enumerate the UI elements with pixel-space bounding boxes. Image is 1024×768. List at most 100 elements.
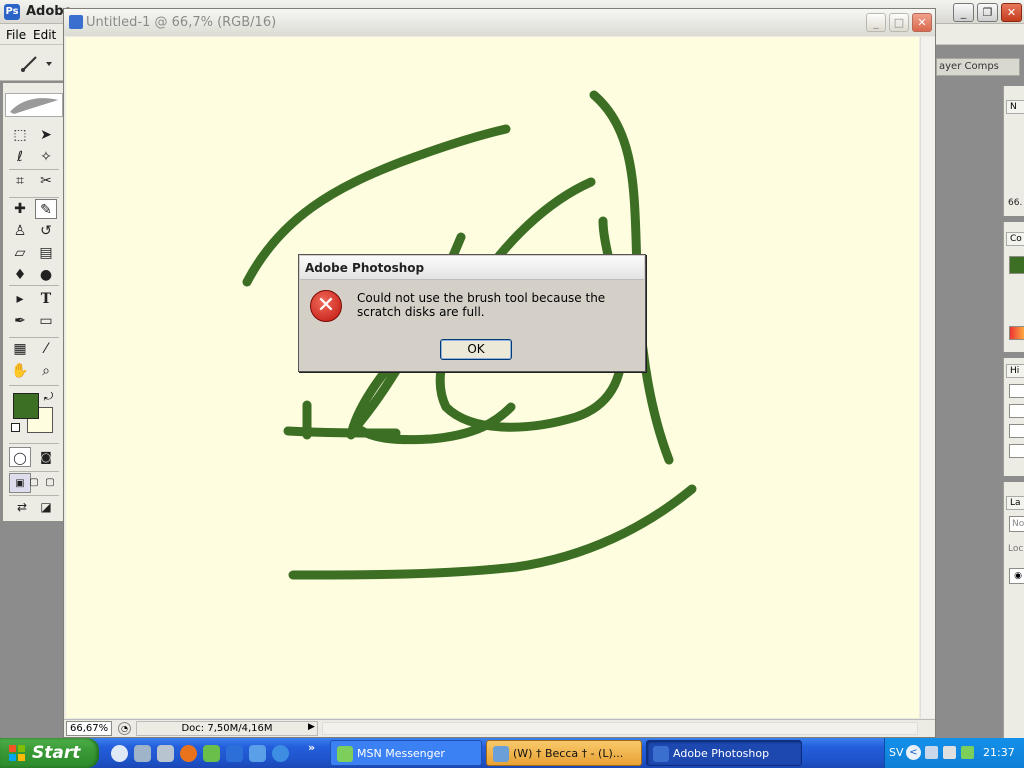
- zoom-level-field[interactable]: 66,67%: [66, 721, 112, 736]
- healing-brush-icon[interactable]: ✚: [9, 199, 31, 219]
- blend-mode-select[interactable]: Nor: [1009, 516, 1024, 532]
- quicklaunch-more-icon[interactable]: »: [308, 741, 315, 754]
- msn-status-icon[interactable]: [961, 746, 974, 759]
- document-title: Untitled-1 @ 66,7% (RGB/16): [86, 15, 277, 30]
- error-dialog: Adobe Photoshop ✕ Could not use the brus…: [298, 254, 646, 372]
- shape-icon[interactable]: ▭: [35, 311, 57, 331]
- task-label: Adobe Photoshop: [673, 747, 770, 760]
- chat-icon[interactable]: [249, 745, 266, 762]
- hand-icon[interactable]: ✋: [9, 361, 31, 381]
- error-icon: ✕: [310, 290, 342, 322]
- lasso-icon[interactable]: ℓ: [9, 147, 31, 167]
- taskbar-button-msn-messenger[interactable]: MSN Messenger: [330, 740, 482, 766]
- language-indicator[interactable]: SV: [889, 746, 904, 759]
- network-icon[interactable]: [925, 746, 938, 759]
- app-minimize-button[interactable]: _: [953, 3, 974, 22]
- dialog-message: Could not use the brush tool because the…: [357, 291, 606, 319]
- windows-flag-icon: [9, 745, 25, 761]
- lock-label: Loc: [1008, 544, 1024, 554]
- foreground-color-swatch[interactable]: [13, 393, 39, 419]
- slice-icon[interactable]: ✂: [35, 171, 57, 191]
- horizontal-scrollbar[interactable]: [322, 722, 918, 735]
- path-select-icon[interactable]: ▸: [9, 289, 31, 309]
- status-menu-arrow-icon[interactable]: ▶: [308, 722, 315, 732]
- document-minimize-button[interactable]: _: [866, 13, 886, 32]
- gradient-icon[interactable]: ▤: [35, 243, 57, 263]
- photoshop-logo-icon: Ps: [4, 4, 20, 20]
- move-icon[interactable]: ➤: [35, 125, 57, 145]
- clock: 21:37: [983, 746, 1015, 759]
- msn-icon: [337, 746, 353, 762]
- document-titlebar[interactable]: Untitled-1 @ 66,7% (RGB/16) _ □ ✕: [64, 9, 935, 36]
- standard-mode-icon[interactable]: ◯: [9, 447, 31, 467]
- show-hidden-icons-button[interactable]: <: [906, 745, 921, 760]
- drive-icon[interactable]: [134, 745, 151, 762]
- rect-marquee-icon[interactable]: ⬚: [9, 125, 31, 145]
- color-panel-swatch[interactable]: [1009, 256, 1024, 274]
- dodge-icon[interactable]: ●: [35, 265, 57, 285]
- history-panel: Hi: [1003, 358, 1024, 476]
- default-colors-icon[interactable]: [11, 423, 20, 432]
- quick-mask-mode-icon[interactable]: ◙: [35, 447, 57, 467]
- adobe-feather-icon[interactable]: [5, 93, 63, 117]
- photoshop-app-window: Ps Adobe _ ❐ ✕ File Edit ayer Comps N 66…: [0, 0, 1024, 738]
- type-icon[interactable]: T: [35, 289, 57, 309]
- palette-well-layer-comps[interactable]: ayer Comps: [936, 58, 1020, 76]
- app-close-button[interactable]: ✕: [1001, 3, 1022, 22]
- history-row[interactable]: [1009, 384, 1024, 398]
- messenger-icon[interactable]: [203, 745, 220, 762]
- history-row[interactable]: [1009, 444, 1024, 458]
- taskbar-button-chat-window[interactable]: (W) † Becca † - (L)...: [486, 740, 642, 766]
- volume-icon[interactable]: [943, 746, 956, 759]
- layers-panel: La Nor Loc ◉: [1003, 482, 1024, 738]
- document-window: Untitled-1 @ 66,7% (RGB/16) _ □ ✕ 66,67%…: [63, 8, 936, 738]
- clone-stamp-icon[interactable]: ♙: [9, 221, 31, 241]
- menu-file[interactable]: File: [6, 28, 26, 42]
- layer-visibility-eye-icon[interactable]: ◉: [1009, 568, 1024, 584]
- history-tab[interactable]: Hi: [1006, 364, 1024, 378]
- start-label: Start: [32, 743, 81, 763]
- image-canvas[interactable]: [66, 37, 919, 718]
- magic-wand-icon[interactable]: ✧: [35, 147, 57, 167]
- navigator-tab[interactable]: N: [1006, 100, 1024, 114]
- vertical-scrollbar[interactable]: [920, 37, 935, 718]
- eyedropper-icon[interactable]: ⁄: [35, 339, 57, 359]
- crop-icon[interactable]: ⌗: [9, 171, 31, 191]
- pen-icon[interactable]: ✒: [9, 311, 31, 331]
- menu-edit[interactable]: Edit: [33, 28, 56, 42]
- navigator-zoom-value: 66.: [1008, 198, 1023, 208]
- history-brush-icon[interactable]: ↺: [35, 221, 57, 241]
- start-button[interactable]: Start: [0, 738, 99, 768]
- zoom-icon[interactable]: ⌕: [35, 361, 57, 381]
- history-row[interactable]: [1009, 424, 1024, 438]
- tool-options-bar: [0, 45, 64, 81]
- color-ramp[interactable]: [1009, 326, 1024, 340]
- notes-icon[interactable]: ▦: [9, 339, 31, 359]
- layers-tab[interactable]: La: [1006, 496, 1024, 510]
- eraser-icon[interactable]: ▱: [9, 243, 31, 263]
- brush-icon[interactable]: ✎: [35, 199, 57, 219]
- search-icon[interactable]: [226, 745, 243, 762]
- app-restore-button[interactable]: ❐: [977, 3, 998, 22]
- network-drive-icon[interactable]: [157, 745, 174, 762]
- chat-window-icon: [493, 746, 509, 762]
- swap-colors-icon[interactable]: ⤾: [44, 390, 53, 404]
- status-info-icon[interactable]: ◔: [118, 722, 131, 735]
- internet-explorer-icon[interactable]: [272, 745, 289, 762]
- cd-player-icon[interactable]: [111, 745, 128, 762]
- firefox-icon[interactable]: [180, 745, 197, 762]
- ok-button[interactable]: OK: [440, 339, 512, 360]
- document-close-button[interactable]: ✕: [912, 13, 932, 32]
- jump-to-imageready-icon[interactable]: ⇄: [11, 497, 33, 517]
- screen-mode-full-icon[interactable]: ▢: [39, 473, 61, 493]
- color-tab[interactable]: Co: [1006, 232, 1024, 246]
- dialog-titlebar[interactable]: Adobe Photoshop: [300, 256, 644, 280]
- document-maximize-button[interactable]: □: [889, 13, 909, 32]
- taskbar-button-adobe-photoshop[interactable]: Adobe Photoshop: [646, 740, 802, 766]
- history-row[interactable]: [1009, 404, 1024, 418]
- brush-preset-picker-icon[interactable]: [18, 53, 52, 73]
- imageready-icon[interactable]: ◪: [35, 497, 57, 517]
- document-size-info[interactable]: Doc: 7,50M/4,16M: [136, 721, 318, 736]
- blur-icon[interactable]: ♦: [9, 265, 31, 285]
- color-panel: Co: [1003, 222, 1024, 352]
